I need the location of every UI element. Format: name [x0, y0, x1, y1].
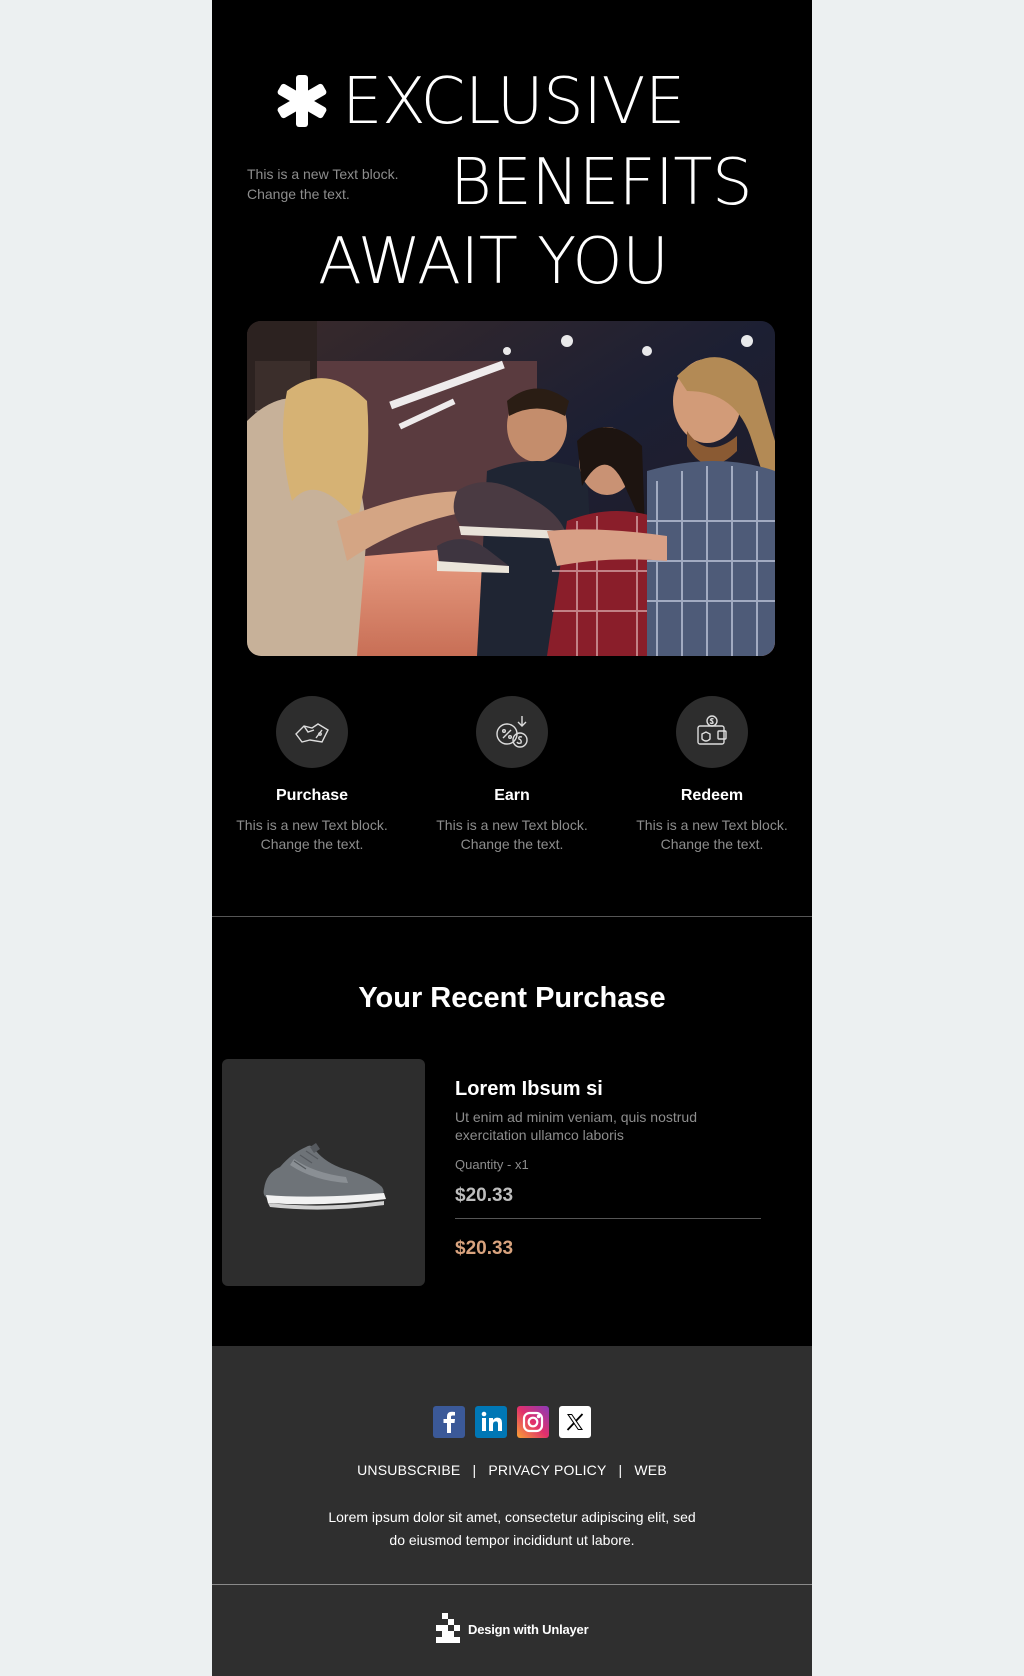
benefit-purchase: Purchase This is a new Text block. Chang… — [212, 696, 412, 854]
benefit-earn: Earn This is a new Text block. Change th… — [412, 696, 612, 854]
footer-links: UNSUBSCRIBE | PRIVACY POLICY | WEB — [212, 1460, 812, 1480]
recent-purchase-title: Your Recent Purchase — [358, 982, 666, 1014]
footer: UNSUBSCRIBE | PRIVACY POLICY | WEB Lorem ips… — [212, 1346, 812, 1584]
benefit-text: This is a new Text block. Change the tex… — [412, 816, 612, 854]
asterisk-icon — [277, 75, 327, 127]
unlayer-badge-bar: Design with Unlayer — [212, 1585, 812, 1676]
hero-photo — [247, 321, 775, 656]
section-divider — [212, 916, 812, 917]
link-separator: | — [618, 1462, 623, 1478]
benefit-title: Redeem — [680, 787, 744, 804]
benefit-icon-circle — [476, 696, 548, 768]
wallet-icon — [697, 715, 727, 745]
product-total: $20.33 — [455, 1238, 514, 1259]
benefit-text: This is a new Text block. Change the tex… — [612, 816, 812, 854]
benefit-redeem: Redeem This is a new Text block. Change … — [612, 696, 812, 854]
web-link[interactable]: WEB — [634, 1462, 667, 1478]
footer-text: Lorem ipsum dolor sit amet, consectetur … — [312, 1506, 712, 1552]
linkedin-icon[interactable] — [475, 1406, 507, 1438]
benefit-text-line-2: Change the text. — [460, 836, 564, 852]
x-icon[interactable] — [559, 1406, 591, 1438]
hero-note-line-1: This is a new Text block. — [247, 166, 399, 182]
benefit-text-line-1: This is a new Text block. — [436, 817, 588, 833]
product-info: Lorem Ibsum si Ut enim ad minim veniam, … — [455, 1074, 765, 1261]
benefit-text-line-2: Change the text. — [660, 836, 764, 852]
benefit-text-line-1: This is a new Text block. — [636, 817, 788, 833]
unlayer-badge-text: Design with Unlayer — [468, 1621, 589, 1637]
benefit-text: This is a new Text block. Change the tex… — [212, 816, 412, 854]
footer-text-line-2: do eiusmod tempor incididunt ut labore. — [389, 1532, 635, 1548]
benefit-text-line-2: Change the text. — [260, 836, 364, 852]
hero-note: This is a new Text block. Change the tex… — [247, 164, 427, 204]
social-links — [212, 1406, 812, 1438]
product-price: $20.33 — [455, 1185, 514, 1206]
facebook-icon[interactable] — [433, 1406, 465, 1438]
benefit-title: Purchase — [275, 787, 349, 804]
benefit-icon-circle — [276, 696, 348, 768]
benefit-icon-circle — [676, 696, 748, 768]
benefit-title: Earn — [494, 787, 530, 804]
product-image — [222, 1059, 425, 1286]
hero-headline-line-1: EXCLUSIVE — [276, 70, 685, 134]
privacy-policy-link[interactable]: PRIVACY POLICY — [488, 1462, 606, 1478]
hero-section: EXCLUSIVE This is a new Text block. Chan… — [212, 0, 812, 320]
benefit-text-line-1: This is a new Text block. — [236, 817, 388, 833]
email-container: EXCLUSIVE This is a new Text block. Chan… — [212, 0, 812, 1676]
unsubscribe-link[interactable]: UNSUBSCRIBE — [357, 1462, 460, 1478]
instagram-icon[interactable] — [517, 1406, 549, 1438]
hand-tag-icon — [295, 723, 329, 743]
benefits-section: Purchase This is a new Text block. Chang… — [212, 696, 812, 866]
product-quantity: Quantity - x1 — [455, 1157, 529, 1172]
footer-text-line-1: Lorem ipsum dolor sit amet, consectetur … — [328, 1509, 696, 1525]
hero-headline-text-1: EXCLUSIVE — [342, 65, 685, 139]
hero-note-line-2: Change the text. — [247, 186, 350, 202]
hero-headline-line-2: BENEFITS — [450, 146, 753, 220]
price-divider — [455, 1218, 761, 1219]
hero-headline-line-3: AWAIT YOU — [318, 225, 669, 299]
unlayer-badge[interactable]: Design with Unlayer — [436, 1613, 589, 1645]
product-description: Ut enim ad minim veniam, quis nostrud ex… — [455, 1109, 697, 1143]
coins-percent-icon — [496, 716, 528, 748]
unlayer-logo-icon — [436, 1613, 460, 1643]
sneaker-image — [263, 1142, 386, 1210]
link-separator: | — [472, 1462, 477, 1478]
product-name: Lorem Ibsum si — [455, 1078, 603, 1100]
